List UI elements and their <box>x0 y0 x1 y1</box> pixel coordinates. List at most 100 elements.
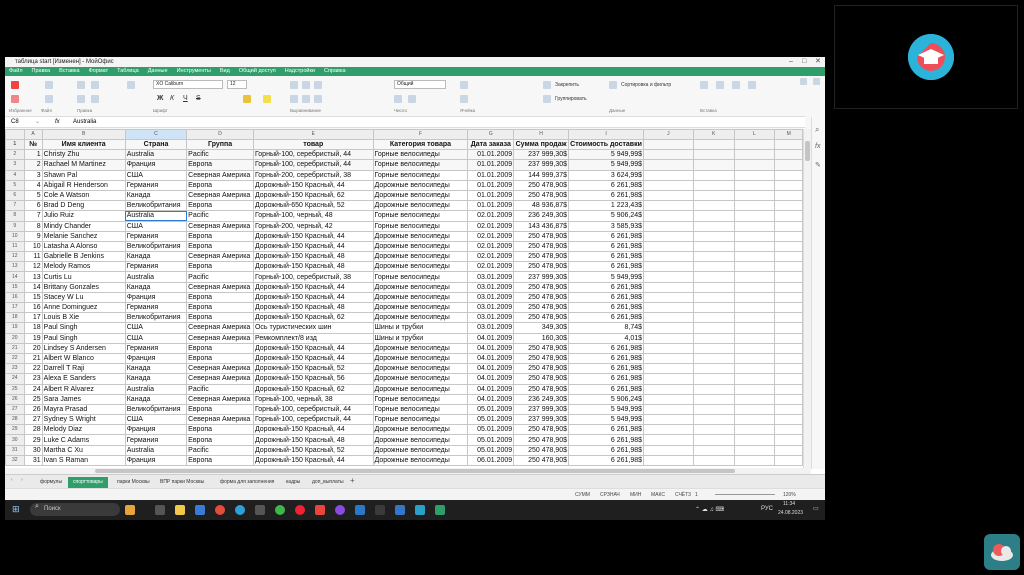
cell[interactable]: 24 <box>23 383 43 395</box>
cell[interactable] <box>643 291 694 304</box>
cell[interactable] <box>692 444 735 456</box>
insert-image-icon[interactable] <box>732 81 740 89</box>
cell[interactable]: 6 261,98$ <box>568 434 645 446</box>
clock-time[interactable]: 11:34 <box>783 501 795 507</box>
menu-item[interactable]: Формат <box>89 68 109 74</box>
column-header[interactable]: K <box>692 129 735 140</box>
cell[interactable]: 250 478,90$ <box>513 230 570 242</box>
cell[interactable]: Европа <box>186 159 254 171</box>
row-header[interactable]: 6 <box>5 189 25 202</box>
cell[interactable]: Шины и трубки <box>372 332 469 344</box>
cell[interactable]: 6 <box>23 200 43 212</box>
cell[interactable] <box>643 373 694 385</box>
cell[interactable]: Дорожные велосипеды <box>372 454 469 467</box>
cell[interactable] <box>733 332 776 344</box>
cell[interactable]: Дорожный-150 Красный, 44 <box>252 424 374 436</box>
cell[interactable]: 250 478,90$ <box>513 342 570 354</box>
cell[interactable]: Pacific <box>186 383 254 395</box>
row-header[interactable]: 2 <box>5 149 25 161</box>
row-header[interactable]: 16 <box>5 291 25 304</box>
cell[interactable]: Дорожные велосипеды <box>372 251 469 263</box>
cell[interactable] <box>692 291 735 304</box>
cell[interactable]: 48 936,87$ <box>513 200 570 212</box>
row-header[interactable]: 30 <box>5 434 25 446</box>
cell[interactable] <box>643 414 694 426</box>
cell[interactable]: Martha C Xu <box>41 444 126 456</box>
paste-icon[interactable] <box>127 81 135 89</box>
cell[interactable] <box>774 301 803 314</box>
cell[interactable]: 02.01.2009 <box>467 240 515 253</box>
cell[interactable]: Северная Америка <box>186 373 254 385</box>
cell[interactable]: Канада <box>124 373 188 385</box>
cell[interactable]: 236 249,30$ <box>513 393 570 405</box>
cell[interactable]: Северная Америка <box>186 251 254 263</box>
cell[interactable]: 03.01.2009 <box>467 271 515 283</box>
cell[interactable]: Дорожный-150 Красный, 48 <box>252 261 374 273</box>
cell[interactable]: Дорожные велосипеды <box>372 189 469 202</box>
tab-staff[interactable]: кадры <box>281 477 305 488</box>
cell[interactable]: Группа <box>186 138 254 151</box>
cell[interactable] <box>692 383 735 395</box>
row-header[interactable]: 28 <box>5 414 25 426</box>
font-select[interactable]: XO Caliburn <box>153 80 223 89</box>
italic-button[interactable]: К <box>170 95 174 102</box>
column-header[interactable]: E <box>252 129 374 140</box>
cell[interactable]: Abigail R Henderson <box>41 179 126 191</box>
row-header[interactable]: 15 <box>5 281 25 293</box>
cell[interactable]: 03.01.2009 <box>467 322 515 334</box>
menu-item[interactable]: Таблица <box>117 68 139 74</box>
cell[interactable]: 2 <box>23 159 43 171</box>
cell[interactable]: Германия <box>124 434 188 446</box>
tab-form[interactable]: форма для заполнения <box>215 477 279 488</box>
cell[interactable] <box>643 332 694 344</box>
freeze-icon[interactable] <box>543 81 551 89</box>
cell[interactable] <box>733 424 776 436</box>
cell[interactable] <box>643 403 694 416</box>
cell[interactable] <box>643 189 694 202</box>
cell[interactable] <box>692 332 735 344</box>
cell[interactable]: товар <box>252 138 374 151</box>
cell[interactable]: 6 261,98$ <box>568 261 645 273</box>
cell[interactable] <box>774 240 803 253</box>
cell[interactable] <box>733 454 776 467</box>
cell[interactable]: 02.01.2009 <box>467 220 515 232</box>
cell[interactable]: 04.01.2009 <box>467 352 515 365</box>
cell[interactable] <box>774 179 803 191</box>
cell[interactable]: Australia <box>124 444 188 456</box>
group-button[interactable]: Группировать <box>555 96 587 102</box>
row-header[interactable]: 29 <box>5 424 25 436</box>
cell[interactable] <box>774 312 803 324</box>
cell[interactable]: 3 585,93$ <box>568 220 645 232</box>
cell[interactable] <box>643 424 694 436</box>
cell[interactable]: 25 <box>23 393 43 405</box>
row-header[interactable]: 27 <box>5 403 25 416</box>
cell[interactable]: Albert R Alvarez <box>41 383 126 395</box>
cell[interactable] <box>733 414 776 426</box>
cell[interactable]: 18 <box>23 322 43 334</box>
insert-chart-icon[interactable] <box>716 81 724 89</box>
menu-item[interactable]: Надстройки <box>285 68 315 74</box>
column-header[interactable]: H <box>513 129 570 140</box>
cell[interactable]: Дата заказа <box>467 138 515 151</box>
cell[interactable]: 6 261,98$ <box>568 454 645 467</box>
cell[interactable] <box>733 261 776 273</box>
cell[interactable]: Дорожные велосипеды <box>372 240 469 253</box>
close-icon[interactable]: ✕ <box>815 57 821 67</box>
cell[interactable]: Дорожный-650 Красный, 52 <box>252 200 374 212</box>
cell[interactable] <box>774 251 803 263</box>
cell[interactable]: 5 949,99$ <box>568 271 645 283</box>
stop-icon[interactable] <box>11 95 19 103</box>
cell[interactable] <box>733 322 776 334</box>
cell[interactable] <box>733 271 776 283</box>
cell[interactable]: 22 <box>23 363 43 375</box>
align-left-icon[interactable] <box>290 81 298 89</box>
cell[interactable] <box>774 281 803 293</box>
cell[interactable] <box>733 444 776 456</box>
cell[interactable]: 143 436,87$ <box>513 220 570 232</box>
cell[interactable] <box>643 434 694 446</box>
cell[interactable] <box>643 220 694 232</box>
cell[interactable]: 29 <box>23 434 43 446</box>
cell[interactable] <box>643 138 694 151</box>
freeze-button[interactable]: Закрепить <box>555 82 579 88</box>
cell[interactable]: Alexa E Sanders <box>41 373 126 385</box>
